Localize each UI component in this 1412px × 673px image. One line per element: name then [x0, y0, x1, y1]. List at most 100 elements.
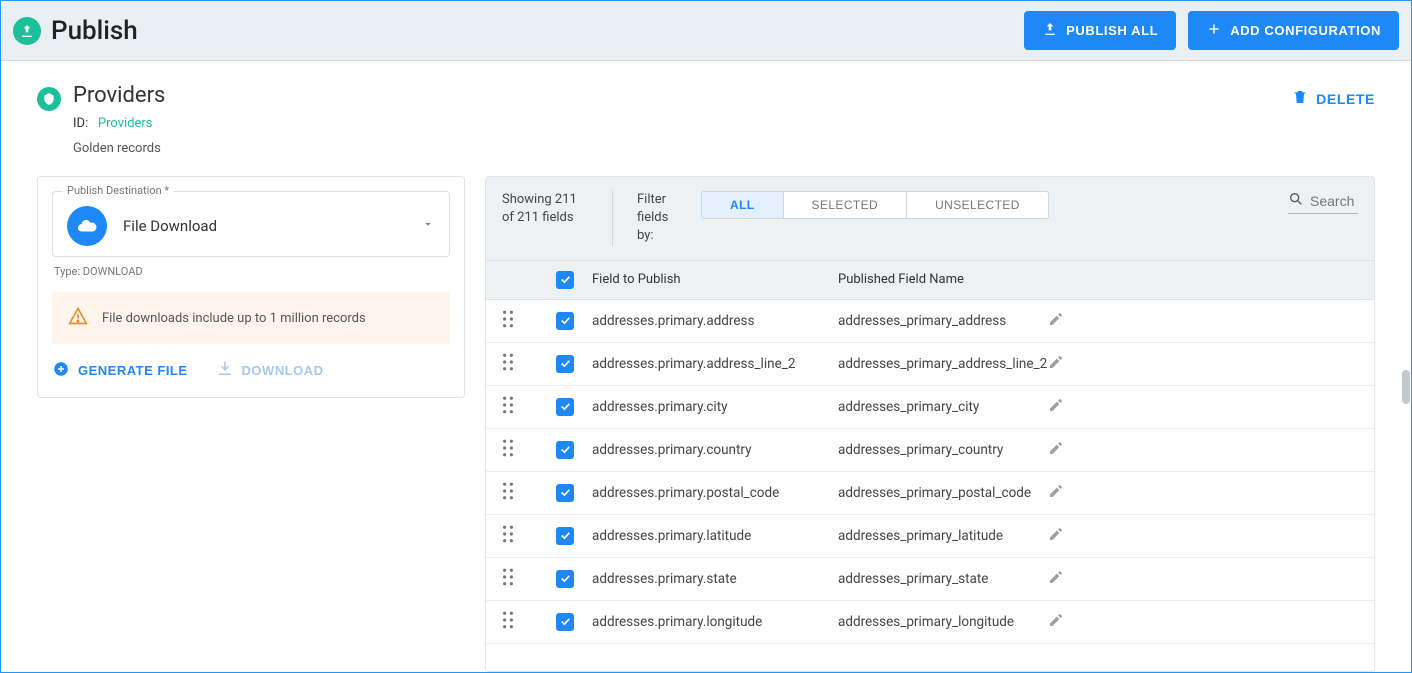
add-configuration-button[interactable]: ADD CONFIGURATION — [1188, 11, 1399, 50]
providers-icon — [37, 87, 61, 111]
download-label: DOWNLOAD — [242, 363, 324, 378]
edit-icon[interactable] — [1048, 573, 1064, 589]
table-row: addresses.primary.latitude addresses_pri… — [486, 515, 1374, 558]
filter-tab-all[interactable]: ALL — [702, 192, 784, 218]
fields-panel: Showing 211 of 211 fields Filter fields … — [485, 176, 1375, 672]
filter-label: Filter fields by: — [637, 191, 677, 246]
download-button[interactable]: DOWNLOAD — [216, 360, 324, 381]
cloud-download-icon — [67, 206, 107, 246]
column-header-field: Field to Publish — [588, 272, 838, 287]
select-all-checkbox[interactable] — [556, 271, 574, 289]
destination-label: Publish Destination * — [63, 184, 173, 197]
row-checkbox[interactable] — [556, 312, 574, 330]
id-value[interactable]: Providers — [98, 116, 153, 131]
row-checkbox[interactable] — [556, 527, 574, 545]
field-count: Showing 211 of 211 fields — [502, 191, 588, 227]
drag-handle-icon[interactable] — [502, 316, 514, 332]
filter-tab-selected[interactable]: SELECTED — [784, 192, 908, 218]
edit-icon[interactable] — [1048, 401, 1064, 417]
field-name: addresses.primary.latitude — [588, 528, 838, 544]
row-checkbox[interactable] — [556, 398, 574, 416]
publish-page-icon — [13, 17, 41, 45]
top-bar: Publish PUBLISH ALL ADD CONFIGURATION — [1, 1, 1411, 61]
row-checkbox[interactable] — [556, 613, 574, 631]
search-field[interactable] — [1288, 191, 1358, 214]
edit-icon[interactable] — [1048, 487, 1064, 503]
generate-file-label: GENERATE FILE — [78, 363, 188, 378]
destination-value: File Download — [123, 217, 405, 235]
delete-label: DELETE — [1316, 91, 1375, 107]
publish-all-button[interactable]: PUBLISH ALL — [1024, 11, 1176, 50]
divider — [612, 191, 613, 246]
published-name: addresses_primary_state — [838, 571, 1048, 587]
field-name: addresses.primary.city — [588, 399, 838, 415]
table-row: addresses.primary.address_line_2 address… — [486, 343, 1374, 386]
trash-icon — [1292, 89, 1308, 108]
filter-tab-unselected[interactable]: UNSELECTED — [907, 192, 1048, 218]
drag-handle-icon[interactable] — [502, 445, 514, 461]
edit-icon[interactable] — [1048, 530, 1064, 546]
published-name: addresses_primary_postal_code — [838, 485, 1048, 501]
edit-icon[interactable] — [1048, 358, 1064, 374]
warning-box: File downloads include up to 1 million r… — [52, 292, 450, 344]
publish-all-label: PUBLISH ALL — [1066, 23, 1158, 38]
section-header: Providers ID: Providers Golden records D… — [1, 61, 1411, 166]
edit-icon[interactable] — [1048, 616, 1064, 632]
plus-circle-icon — [52, 360, 70, 381]
table-row: addresses.primary.address addresses_prim… — [486, 300, 1374, 343]
field-name: addresses.primary.postal_code — [588, 485, 838, 501]
table-row: addresses.primary.city addresses_primary… — [486, 386, 1374, 429]
drag-handle-icon[interactable] — [502, 574, 514, 590]
published-name: addresses_primary_address — [838, 313, 1048, 329]
section-description: Golden records — [73, 141, 165, 156]
publish-destination-select[interactable]: Publish Destination * File Download — [52, 191, 450, 257]
field-name: addresses.primary.longitude — [588, 614, 838, 630]
chevron-down-icon — [421, 217, 435, 235]
drag-handle-icon[interactable] — [502, 402, 514, 418]
generate-file-button[interactable]: GENERATE FILE — [52, 360, 188, 381]
table-row: addresses.primary.state addresses_primar… — [486, 558, 1374, 601]
add-configuration-label: ADD CONFIGURATION — [1230, 23, 1381, 38]
table-row: addresses.primary.longitude addresses_pr… — [486, 601, 1374, 644]
plus-icon — [1206, 21, 1222, 40]
search-icon — [1288, 191, 1304, 211]
drag-handle-icon[interactable] — [502, 488, 514, 504]
row-checkbox[interactable] — [556, 484, 574, 502]
scrollbar-thumb[interactable] — [1402, 370, 1410, 404]
field-name: addresses.primary.state — [588, 571, 838, 587]
page-title: Publish — [51, 16, 138, 46]
published-name: addresses_primary_latitude — [838, 528, 1048, 544]
search-input[interactable] — [1310, 193, 1356, 209]
edit-icon[interactable] — [1048, 315, 1064, 331]
fields-table-body: addresses.primary.address addresses_prim… — [486, 300, 1374, 671]
table-row: addresses.primary.postal_code addresses_… — [486, 472, 1374, 515]
published-name: addresses_primary_address_line_2 — [838, 356, 1048, 372]
row-checkbox[interactable] — [556, 355, 574, 373]
field-name: addresses.primary.address_line_2 — [588, 356, 838, 372]
published-name: addresses_primary_longitude — [838, 614, 1048, 630]
column-header-published: Published Field Name — [838, 272, 1048, 287]
table-row: addresses.primary.country addresses_prim… — [486, 429, 1374, 472]
drag-handle-icon[interactable] — [502, 531, 514, 547]
published-name: addresses_primary_city — [838, 399, 1048, 415]
field-name: addresses.primary.country — [588, 442, 838, 458]
table-header: Field to Publish Published Field Name — [486, 261, 1374, 300]
destination-card: Publish Destination * File Download Type… — [37, 176, 465, 398]
filter-segmented-control: ALL SELECTED UNSELECTED — [701, 191, 1049, 219]
drag-handle-icon[interactable] — [502, 359, 514, 375]
warning-text: File downloads include up to 1 million r… — [102, 311, 366, 326]
download-icon — [216, 360, 234, 381]
drag-handle-icon[interactable] — [502, 617, 514, 633]
filter-bar: Showing 211 of 211 fields Filter fields … — [486, 177, 1374, 261]
row-checkbox[interactable] — [556, 570, 574, 588]
edit-icon[interactable] — [1048, 444, 1064, 460]
upload-icon — [1042, 21, 1058, 40]
field-name: addresses.primary.address — [588, 313, 838, 329]
section-title: Providers — [73, 83, 165, 108]
id-label: ID: — [73, 116, 88, 131]
warning-icon — [68, 306, 88, 330]
row-checkbox[interactable] — [556, 441, 574, 459]
published-name: addresses_primary_country — [838, 442, 1048, 458]
destination-type: Type: DOWNLOAD — [52, 265, 450, 278]
delete-button[interactable]: DELETE — [1292, 83, 1375, 114]
